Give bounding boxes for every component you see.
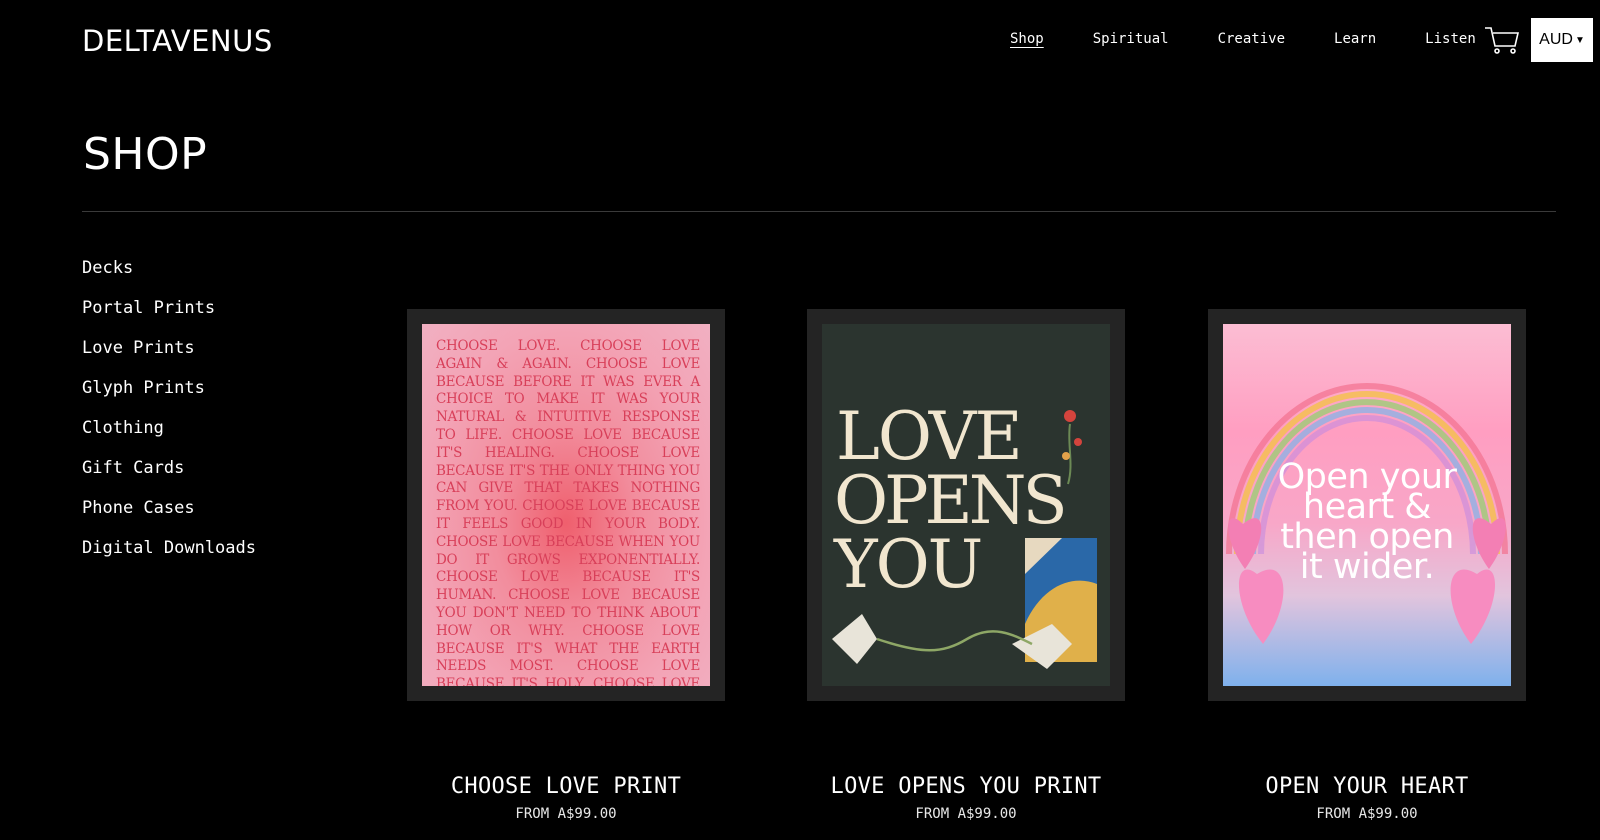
category-decks[interactable]: Decks xyxy=(82,256,256,296)
product-price: FROM A$99.00 xyxy=(915,806,1017,822)
category-glyph-prints[interactable]: Glyph Prints xyxy=(82,376,256,416)
product-price: FROM A$99.00 xyxy=(1316,806,1418,822)
heart-line-4: it wider. xyxy=(1299,547,1435,587)
product-image[interactable]: Open your heart & then open it wider. xyxy=(1208,309,1526,701)
site-logo[interactable]: DELTAVENUS xyxy=(82,24,273,58)
open-your-heart-artwork: Open your heart & then open it wider. xyxy=(1223,324,1511,686)
product-name[interactable]: CHOOSE LOVE PRINT xyxy=(367,774,765,799)
product-name[interactable]: LOVE OPENS YOU PRINT xyxy=(767,774,1165,799)
divider xyxy=(82,211,1556,212)
nav-spiritual[interactable]: Spiritual xyxy=(1093,31,1169,47)
category-sidebar: Decks Portal Prints Love Prints Glyph Pr… xyxy=(82,256,256,576)
product-image[interactable]: LOVE OPENS YOU xyxy=(807,309,1125,701)
page-title: SHOP xyxy=(83,129,208,181)
you-line: YOU xyxy=(834,526,983,603)
nav-shop[interactable]: Shop xyxy=(1010,31,1044,47)
cart-icon[interactable] xyxy=(1484,24,1520,56)
currency-label: AUD xyxy=(1539,31,1573,48)
love-opens-you-artwork: LOVE OPENS YOU xyxy=(822,324,1110,686)
nav-creative[interactable]: Creative xyxy=(1218,31,1285,47)
category-portal-prints[interactable]: Portal Prints xyxy=(82,296,256,336)
product-name[interactable]: OPEN YOUR HEART xyxy=(1168,774,1566,799)
product-image[interactable]: CHOOSE LOVE. CHOOSE LOVE AGAIN & AGAIN. … xyxy=(407,309,725,701)
category-digital-downloads[interactable]: Digital Downloads xyxy=(82,536,256,576)
nav-listen[interactable]: Listen xyxy=(1425,31,1476,47)
chevron-down-icon: ▼ xyxy=(1574,34,1585,46)
category-clothing[interactable]: Clothing xyxy=(82,416,256,456)
nav-learn[interactable]: Learn xyxy=(1334,31,1376,47)
product-card[interactable]: LOVE OPENS YOU LOVE OPENS YOU PRINT FROM… xyxy=(807,309,1125,822)
product-card[interactable]: CHOOSE LOVE. CHOOSE LOVE AGAIN & AGAIN. … xyxy=(407,309,725,822)
choose-love-artwork: CHOOSE LOVE. CHOOSE LOVE AGAIN & AGAIN. … xyxy=(422,324,710,686)
category-phone-cases[interactable]: Phone Cases xyxy=(82,496,256,536)
product-card[interactable]: Open your heart & then open it wider. OP… xyxy=(1208,309,1526,822)
currency-selector[interactable]: AUD ▼ xyxy=(1531,18,1593,62)
main-nav: Shop Spiritual Creative Learn Listen xyxy=(1010,31,1525,47)
category-love-prints[interactable]: Love Prints xyxy=(82,336,256,376)
product-price: FROM A$99.00 xyxy=(515,806,617,822)
open-your-heart-text: Open your heart & then open it wider. xyxy=(1223,460,1511,587)
category-gift-cards[interactable]: Gift Cards xyxy=(82,456,256,496)
